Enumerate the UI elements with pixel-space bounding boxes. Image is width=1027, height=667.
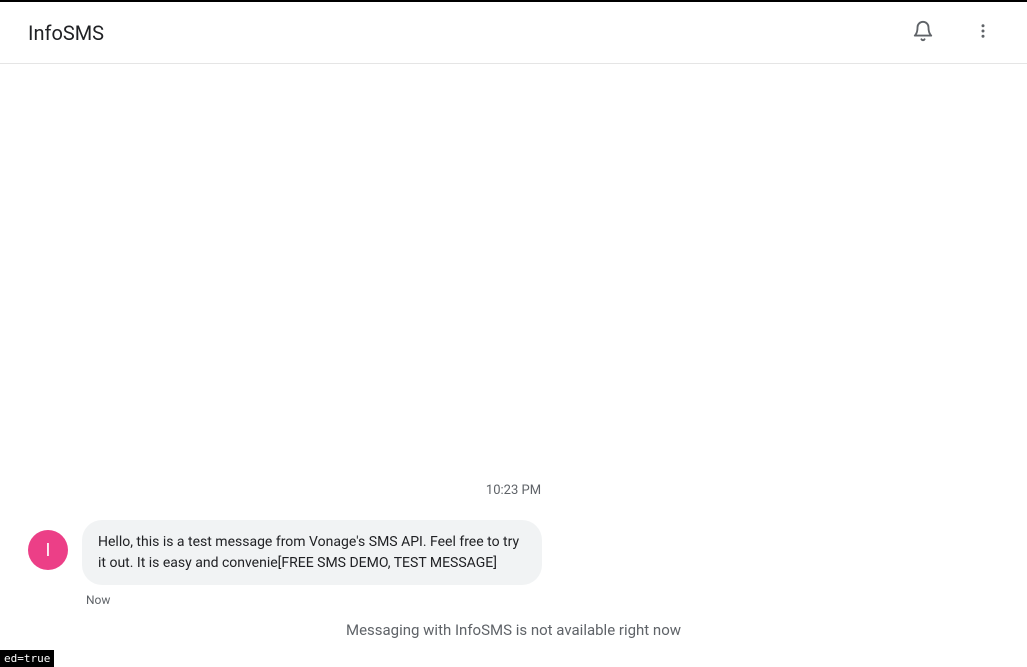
- message-bubble[interactable]: Hello, this is a test message from Vonag…: [82, 520, 542, 585]
- more-options-button[interactable]: [963, 13, 1003, 53]
- message-row: I Hello, this is a test message from Von…: [28, 520, 999, 607]
- message-meta: Now: [82, 593, 110, 607]
- header-actions: [903, 13, 1003, 53]
- more-vertical-icon: [974, 22, 992, 43]
- conversation-area: 10:23 PM I Hello, this is a test message…: [0, 64, 1027, 667]
- contact-name: InfoSMS: [28, 21, 104, 45]
- notifications-button[interactable]: [903, 13, 943, 53]
- message-timestamp: 10:23 PM: [28, 483, 999, 498]
- avatar[interactable]: I: [28, 530, 68, 570]
- debug-badge: ed=true: [0, 650, 54, 667]
- bell-icon: [912, 20, 934, 45]
- messages-wrapper: 10:23 PM I Hello, this is a test message…: [0, 483, 1027, 607]
- app-header: InfoSMS: [0, 2, 1027, 64]
- message-content-wrap: Hello, this is a test message from Vonag…: [82, 520, 542, 607]
- availability-notice: Messaging with InfoSMS is not available …: [0, 613, 1027, 647]
